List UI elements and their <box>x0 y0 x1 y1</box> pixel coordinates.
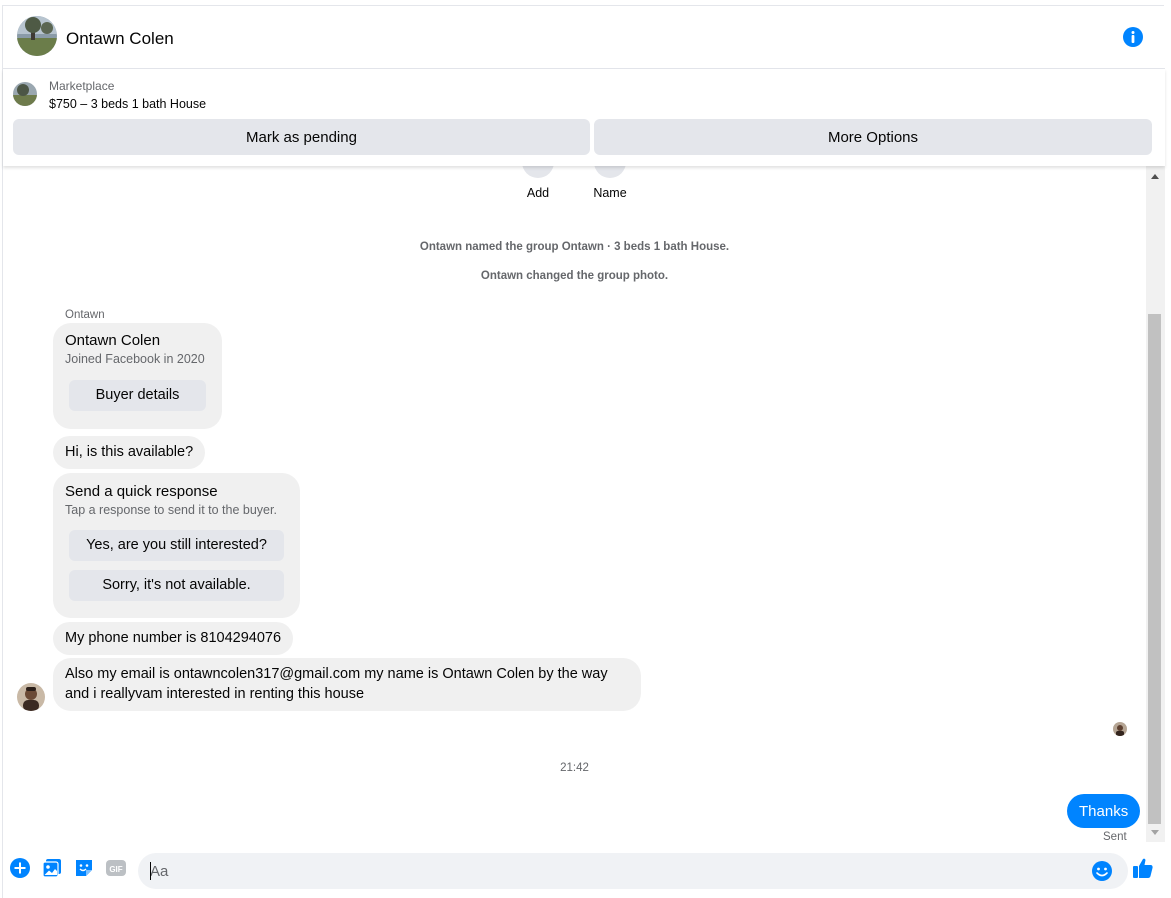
message-composer: GIF <box>3 842 1165 898</box>
listing-thumbnail[interactable] <box>13 82 37 106</box>
mark-as-pending-button[interactable]: Mark as pending <box>13 119 590 155</box>
add-people-icon[interactable] <box>522 166 554 178</box>
message-input[interactable] <box>150 853 1080 889</box>
thumbs-up-icon[interactable] <box>1131 856 1155 880</box>
emoji-icon[interactable] <box>1091 860 1113 882</box>
quick-response-title: Send a quick response <box>65 483 218 500</box>
plus-icon[interactable] <box>9 857 31 879</box>
photo-icon[interactable] <box>41 857 63 879</box>
info-icon[interactable] <box>1122 26 1144 48</box>
name-label: Name <box>593 186 627 200</box>
chat-window: Ontawn Colen Marketplace $750 – 3 beds 1… <box>2 5 1165 898</box>
buyer-name: Ontawn Colen <box>65 332 161 349</box>
gif-icon[interactable]: GIF <box>105 857 127 879</box>
sticker-icon[interactable] <box>73 857 95 879</box>
scroll-down-arrow-icon[interactable] <box>1151 830 1159 835</box>
joined-date: Joined Facebook in 2020 <box>65 352 205 366</box>
message-bubble: Hi, is this available? <box>53 436 206 469</box>
conversation-scrollbar[interactable] <box>1146 166 1165 842</box>
message-timestamp: 21:42 <box>560 762 589 774</box>
sent-status: Sent <box>1103 831 1127 842</box>
listing-title[interactable]: $750 – 3 beds 1 bath House <box>49 97 206 111</box>
scrollbar-thumb[interactable] <box>1148 314 1161 824</box>
message-input-container[interactable] <box>138 853 1128 889</box>
conversation-area: Add Name Ontawn named the group Ontawn ·… <box>3 166 1146 842</box>
quick-response-sorry-button[interactable]: Sorry, it's not available. <box>69 570 284 601</box>
add-label: Add <box>526 186 550 200</box>
quick-response-card: Send a quick response Tap a response to … <box>53 473 300 618</box>
message-bubble: My phone number is 8104294076 <box>53 622 294 655</box>
quick-response-yes-button[interactable]: Yes, are you still interested? <box>69 530 284 561</box>
message-line: and i reallyvam interested in renting th… <box>65 686 365 702</box>
chat-header: Ontawn Colen <box>3 6 1165 69</box>
contact-name[interactable]: Ontawn Colen <box>66 29 174 49</box>
buyer-details-button[interactable]: Buyer details <box>69 380 206 411</box>
outgoing-message-bubble: Thanks <box>1067 794 1141 828</box>
marketplace-label: Marketplace <box>49 79 115 93</box>
system-message: Ontawn named the group Ontawn · 3 beds 1… <box>419 241 730 253</box>
more-options-button[interactable]: More Options <box>594 119 1152 155</box>
sender-avatar[interactable] <box>17 683 45 711</box>
text-cursor <box>150 862 151 880</box>
system-message: Ontawn changed the group photo. <box>480 270 669 282</box>
read-receipt-avatar <box>1113 722 1127 736</box>
sender-name: Ontawn <box>65 309 105 321</box>
scroll-up-arrow-icon[interactable] <box>1151 174 1159 179</box>
contact-avatar[interactable] <box>17 16 57 56</box>
name-group-icon[interactable] <box>594 166 626 178</box>
marketplace-banner: Marketplace $750 – 3 beds 1 bath House M… <box>3 69 1165 166</box>
svg-text:GIF: GIF <box>109 865 122 874</box>
message-bubble: Also my email is ontawncolen317@gmail.co… <box>53 658 641 711</box>
quick-response-subtitle: Tap a response to send it to the buyer. <box>65 503 277 517</box>
buyer-profile-card: Ontawn Colen Joined Facebook in 2020 Buy… <box>53 323 222 429</box>
message-line: Also my email is ontawncolen317@gmail.co… <box>65 666 608 682</box>
